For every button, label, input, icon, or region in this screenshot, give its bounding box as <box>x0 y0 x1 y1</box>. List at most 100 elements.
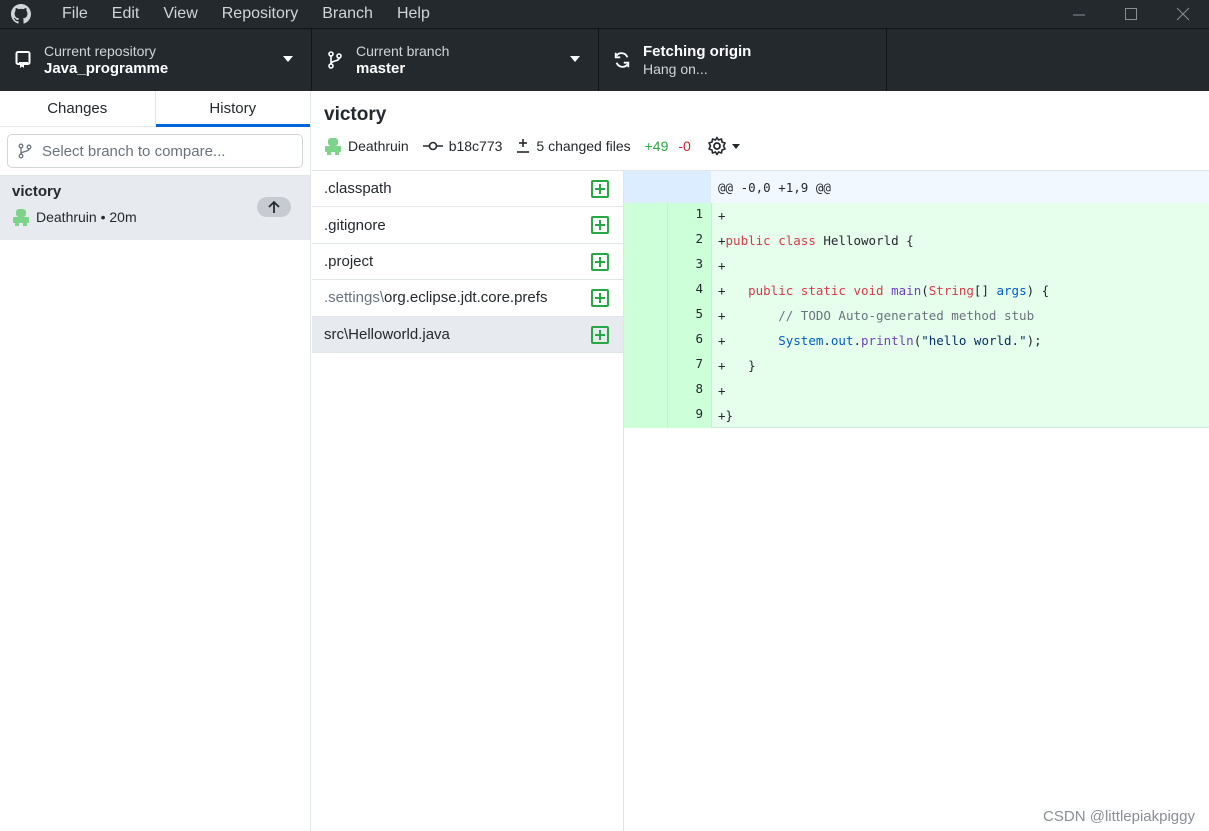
file-added-icon <box>591 180 609 198</box>
commit-list-item-author-time: Deathruin • 20m <box>36 209 137 225</box>
changed-files-count: 5 changed files <box>536 138 631 154</box>
current-branch-label: Current branch <box>356 42 450 59</box>
file-name: org.eclipse.jdt.core.prefs <box>384 289 548 307</box>
line-number: 9 <box>668 403 712 428</box>
line-number: 7 <box>668 353 712 378</box>
current-repository-label: Current repository <box>44 42 157 59</box>
chevron-down-icon <box>570 56 580 62</box>
diff-line[interactable]: 4 + public static void main(String[] args… <box>624 278 1209 303</box>
sidebar: Changes History Select branch to compare… <box>0 91 311 831</box>
file-name: .gitignore <box>324 216 386 234</box>
diff-icon <box>516 138 530 154</box>
file-name: .project <box>324 252 374 270</box>
branch-compare-input[interactable]: Select branch to compare... <box>7 134 303 168</box>
fetch-origin-button[interactable]: Fetching origin Hang on... <box>599 29 887 91</box>
tab-history[interactable]: History <box>154 91 311 127</box>
diff-line[interactable]: 5 + // TODO Auto-generated method stub <box>624 303 1209 328</box>
code-line: + <box>718 258 726 273</box>
commit-icon <box>422 140 443 152</box>
current-branch-value: master <box>356 59 406 77</box>
chevron-down-icon <box>283 56 293 62</box>
commit-title: victory <box>324 104 387 125</box>
commit-list-item-title: victory <box>12 183 62 200</box>
arrow-up-icon <box>268 200 280 213</box>
file-added-icon <box>591 252 609 271</box>
menu-help[interactable]: Help <box>385 4 442 24</box>
minimize-button[interactable] <box>1053 0 1105 28</box>
title-bar: File Edit View Repository Branch Help <box>0 0 1209 28</box>
code-line: + } <box>718 358 756 373</box>
branch-icon <box>18 143 34 159</box>
line-number: 6 <box>668 328 712 353</box>
current-branch-button[interactable]: Current branch master <box>312 29 599 91</box>
file-added-icon <box>591 325 609 344</box>
menu-file[interactable]: File <box>50 4 100 24</box>
changed-files-list: .classpath .gitignore .project .settings… <box>312 171 624 831</box>
branch-compare-placeholder: Select branch to compare... <box>42 142 226 160</box>
close-button[interactable] <box>1157 0 1209 28</box>
sidebar-tabs: Changes History <box>0 91 310 127</box>
close-icon <box>1176 7 1190 21</box>
fetch-origin-title: Fetching origin <box>643 42 752 60</box>
line-number: 8 <box>668 378 712 403</box>
file-directory: .settings\ <box>324 289 385 307</box>
file-row[interactable]: .classpath <box>312 171 623 208</box>
maximize-icon <box>1125 8 1137 20</box>
code-line: +public class Helloworld { <box>718 233 914 248</box>
toolbar: Current repository Java_programme Curren… <box>0 28 1209 91</box>
minimize-icon <box>1073 14 1085 16</box>
commit-sha[interactable]: b18c773 <box>449 138 503 154</box>
menu-view[interactable]: View <box>151 4 209 24</box>
current-repository-button[interactable]: Current repository Java_programme <box>0 29 312 91</box>
sync-icon <box>613 50 631 70</box>
diff-view[interactable]: @@ -0,0 +1,9 @@ 1 + 2 +public class Hellow… <box>624 171 1209 831</box>
unpushed-commit-badge <box>257 197 291 217</box>
avatar <box>324 137 342 155</box>
line-number: 3 <box>668 253 712 278</box>
diff-line[interactable]: 8 + <box>624 378 1209 403</box>
deletions-count: -0 <box>678 138 691 154</box>
branch-icon <box>326 51 344 69</box>
code-line: + <box>718 208 726 223</box>
menu-branch[interactable]: Branch <box>310 4 385 24</box>
tab-changes[interactable]: Changes <box>0 91 155 126</box>
file-name: .classpath <box>324 180 392 198</box>
gear-icon <box>708 136 726 156</box>
chevron-down-icon <box>731 143 740 149</box>
commit-author: Deathruin <box>348 138 409 154</box>
file-added-icon <box>591 216 609 235</box>
commit-list-item[interactable]: victory Deathruin • 20m <box>0 176 310 240</box>
file-row[interactable]: .gitignore <box>312 207 623 244</box>
file-row[interactable]: .settings\ org.eclipse.jdt.core.prefs <box>312 280 623 317</box>
code-line: + <box>718 383 726 398</box>
line-number: 5 <box>668 303 712 328</box>
github-logo-icon <box>10 3 32 25</box>
hunk-header-text: @@ -0,0 +1,9 @@ <box>718 179 831 195</box>
code-line: +} <box>718 408 734 423</box>
maximize-button[interactable] <box>1105 0 1157 28</box>
commit-summary: victory Deathruin b18c773 5 changed file… <box>312 91 1209 171</box>
diff-settings-button[interactable] <box>707 136 740 156</box>
fetch-origin-status: Hang on... <box>643 60 708 77</box>
file-row-selected[interactable]: src\Helloworld.java <box>312 316 623 353</box>
code-line: + System.out.println("hello world."); <box>718 333 1042 348</box>
file-row[interactable]: .project <box>312 244 623 281</box>
avatar <box>13 209 29 226</box>
line-number: 2 <box>668 228 712 253</box>
additions-count: +49 <box>644 138 669 154</box>
diff-line[interactable]: 7 + } <box>624 353 1209 378</box>
code-line: + public static void main(String[] args)… <box>718 283 1050 298</box>
code-line: + // TODO Auto-generated method stub <box>718 308 1035 323</box>
diff-line[interactable]: 9 +} <box>624 403 1209 428</box>
file-added-icon <box>591 289 609 308</box>
watermark: CSDN @littlepiakpiggy <box>1043 808 1195 825</box>
menu-repository[interactable]: Repository <box>210 4 310 24</box>
menu-edit[interactable]: Edit <box>100 4 152 24</box>
hunk-header[interactable]: @@ -0,0 +1,9 @@ <box>624 171 1209 203</box>
diff-line[interactable]: 6 + System.out.println("hello world."); <box>624 328 1209 353</box>
diff-line[interactable]: 3 + <box>624 253 1209 278</box>
repo-icon <box>14 51 32 69</box>
diff-line[interactable]: 2 +public class Helloworld { <box>624 228 1209 253</box>
line-number: 1 <box>668 203 712 228</box>
diff-line[interactable]: 1 + <box>624 203 1209 228</box>
